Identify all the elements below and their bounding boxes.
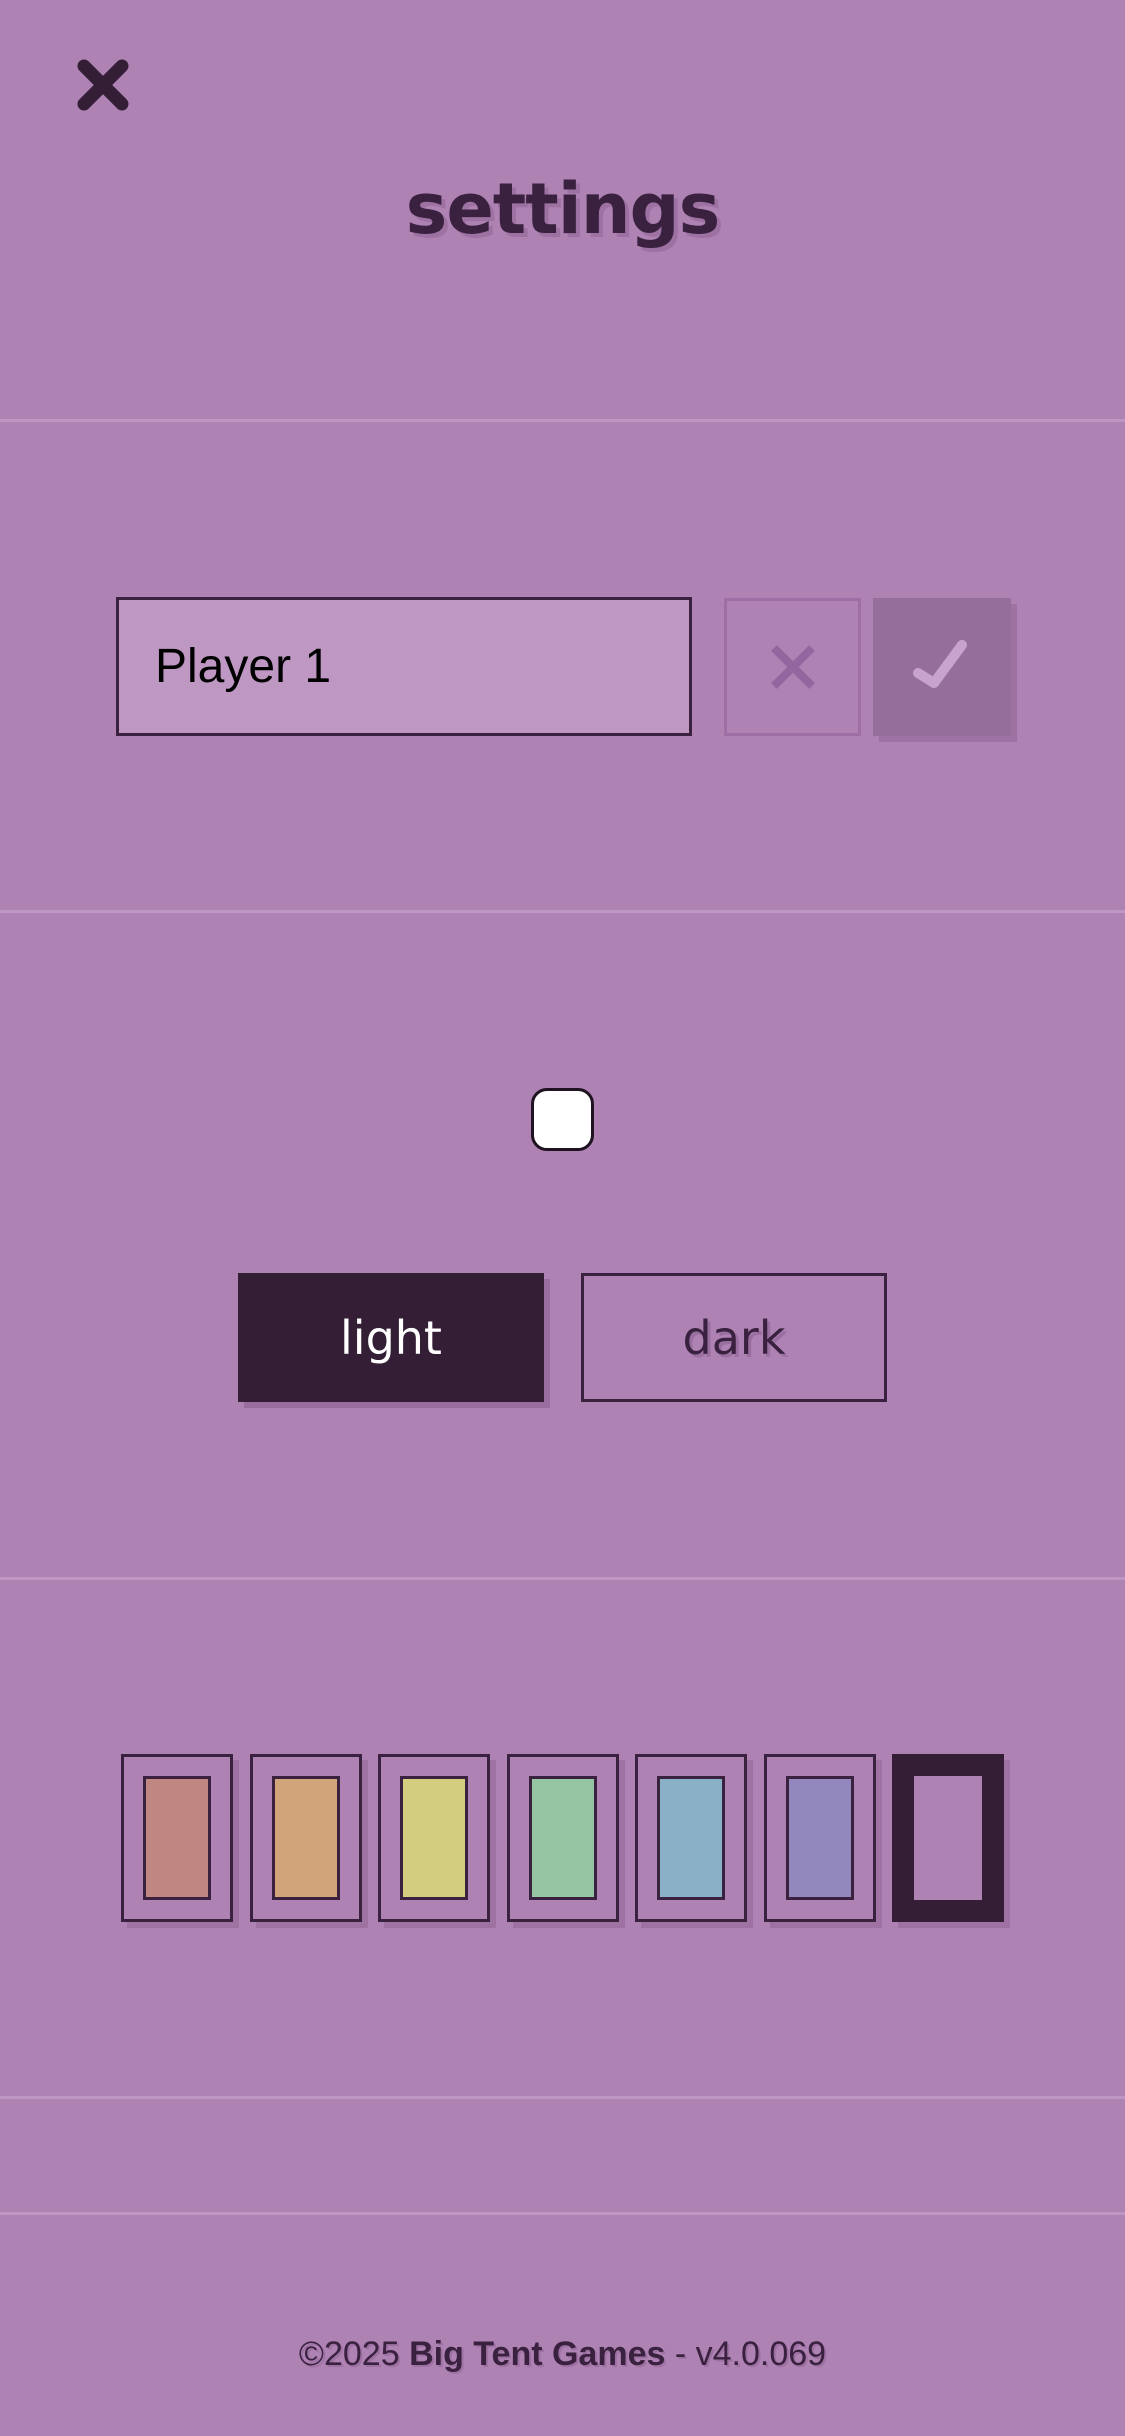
theme-dark-button[interactable]: dark	[581, 1273, 887, 1402]
section-divider	[0, 2096, 1125, 2099]
swatch-fill	[529, 1776, 597, 1900]
close-button[interactable]	[76, 58, 130, 112]
section-divider	[0, 419, 1125, 422]
color-swatch-pink[interactable]	[892, 1754, 1004, 1922]
swatch-fill	[143, 1776, 211, 1900]
color-swatch-red[interactable]	[121, 1754, 233, 1922]
avatar[interactable]	[531, 1088, 594, 1151]
section-divider	[0, 910, 1125, 913]
confirm-name-button[interactable]	[873, 598, 1011, 736]
checkmark-icon	[913, 640, 967, 688]
color-swatch-yellow[interactable]	[378, 1754, 490, 1922]
swatch-fill	[914, 1776, 982, 1900]
theme-light-button[interactable]: light	[238, 1273, 544, 1402]
page-title: settings	[405, 168, 721, 250]
x-icon	[770, 645, 815, 689]
cancel-name-button[interactable]	[724, 598, 861, 736]
swatch-fill	[400, 1776, 468, 1900]
copyright-text: ©2025	[298, 2335, 400, 2373]
section-divider	[0, 1577, 1125, 1580]
color-swatch-green[interactable]	[507, 1754, 619, 1922]
footer-credits: ©2025 Big Tent Games - v4.0.069	[0, 2335, 1125, 2374]
swatch-fill	[786, 1776, 854, 1900]
version-text: - v4.0.069	[674, 2335, 827, 2373]
swatch-fill	[272, 1776, 340, 1900]
section-divider	[0, 2212, 1125, 2215]
color-swatch-purple[interactable]	[764, 1754, 876, 1922]
company-name: Big Tent Games	[409, 2335, 666, 2373]
swatch-fill	[657, 1776, 725, 1900]
color-swatch-orange[interactable]	[250, 1754, 362, 1922]
player-name-input[interactable]	[116, 597, 692, 736]
close-icon	[77, 59, 129, 111]
color-swatch-blue[interactable]	[635, 1754, 747, 1922]
